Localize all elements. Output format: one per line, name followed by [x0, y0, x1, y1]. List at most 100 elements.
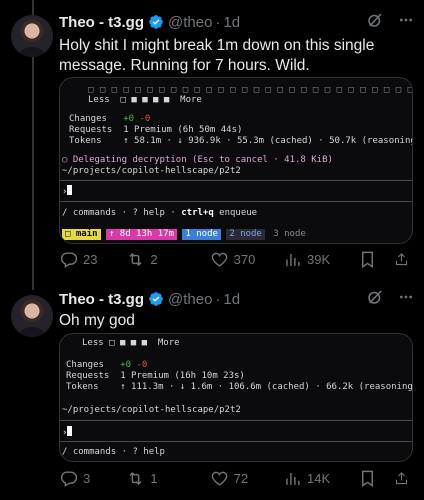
cwd-path: ~/projects/copilot-hellscape/p2t2 [62, 166, 241, 176]
changes-row: Changes +0 -0 [66, 360, 147, 371]
requests-label: Requests [69, 125, 113, 135]
terminal-screenshot[interactable]: Less □ ■ ■ ■ More Changes +0 -0 Requests… [59, 333, 413, 462]
views-button[interactable]: 39K [283, 250, 358, 269]
tweet-actions: 3 1 72 14K [59, 467, 414, 489]
like-count: 370 [233, 251, 256, 267]
tokens-value: ↑ 58.1m · ↓ 936.9k · 55.3m (cached) · 50… [123, 136, 413, 146]
branch-badge: □ main [62, 229, 101, 240]
tweet-time[interactable]: 1d [223, 14, 240, 31]
cwd-path: ~/projects/copilot-hellscape/p2t2 [62, 405, 241, 415]
reply-count: 3 [83, 470, 91, 486]
separator-dot: · [215, 290, 221, 308]
separator-dot: · [215, 13, 221, 31]
footer-help: ? help [132, 208, 165, 218]
changes-label: Changes [66, 360, 104, 370]
requests-row: Requests 1 Premium (16h 10m 23s) [66, 371, 245, 382]
cursor [67, 185, 73, 195]
grok-icon[interactable] [366, 288, 398, 310]
tweet-time[interactable]: 1d [223, 291, 240, 308]
reply-icon [60, 470, 78, 487]
tweet[interactable]: Theo - t3.gg @theo · 1d Oh my god Less □… [0, 285, 424, 500]
reply-icon [60, 251, 78, 268]
requests-value: 1 Premium (16h 10m 23s) [120, 371, 245, 381]
share-button[interactable] [394, 250, 414, 269]
tweet-header: Theo - t3.gg @theo · 1d [59, 288, 414, 310]
share-icon [395, 471, 408, 484]
avatar[interactable] [11, 15, 53, 57]
node-badge-3: 3 node [273, 229, 306, 239]
reply-button[interactable]: 23 [59, 250, 126, 269]
changes-plus: +0 [120, 360, 132, 370]
retweet-count: 2 [150, 251, 158, 267]
requests-row: Requests 1 Premium (6h 50m 44s) [69, 125, 242, 136]
like-icon [211, 252, 227, 267]
requests-label: Requests [66, 371, 110, 381]
changes-plus: +0 [123, 114, 135, 124]
like-button[interactable]: 72 [210, 469, 283, 488]
node-badge-1: 1 node [182, 229, 221, 240]
retweet-button[interactable]: 1 [126, 469, 209, 488]
terminal-screenshot[interactable]: □ □ □ □ □ □ □ □ □ □ □ □ □ □ □ □ □ □ □ □ … [59, 77, 413, 244]
prompt-line[interactable]: › [62, 185, 73, 198]
views-icon [286, 472, 300, 485]
retweet-icon [129, 471, 142, 485]
tweet[interactable]: Theo - t3.gg @theo · 1d Holy shit I migh… [0, 0, 424, 282]
avatar[interactable] [11, 295, 53, 337]
bookmark-icon [362, 470, 374, 487]
footer-hints: / commands · ? help [62, 447, 165, 457]
share-icon [395, 252, 408, 265]
footer-commands: / commands [62, 447, 117, 457]
prompt-line[interactable]: › [62, 426, 73, 439]
footer-key: ctrl+q [181, 208, 214, 218]
changes-minus: -0 [136, 360, 148, 370]
tokens-row: Tokens ↑ 58.1m · ↓ 936.9k · 55.3m (cache… [69, 136, 413, 147]
author-name[interactable]: Theo - t3.gg [59, 291, 144, 308]
grok-icon[interactable] [366, 11, 398, 33]
views-icon [286, 253, 300, 266]
requests-value: 1 Premium (6h 50m 44s) [123, 125, 243, 135]
more-label: More [180, 95, 202, 105]
retweet-icon [129, 252, 142, 266]
like-count: 72 [233, 470, 249, 486]
status-bar: □ main ↑ 8d 13h 17m 1 node 2 node 3 node [62, 229, 309, 240]
tokens-label: Tokens [69, 136, 102, 146]
footer-enqueue: enqueue [219, 208, 258, 218]
meter-blocks: □ ■ ■ ■ ■ [120, 95, 170, 105]
tokens-value: ↑ 111.3m · ↓ 1.6m · 106.6m (cached) · 66… [120, 382, 413, 392]
meter-blocks: □ ■ ■ ■ [109, 338, 148, 348]
divider [60, 180, 412, 181]
like-button[interactable]: 370 [210, 250, 283, 269]
bookmark-icon [362, 251, 374, 268]
divider [60, 420, 412, 421]
uptime-badge: ↑ 8d 13h 17m [105, 229, 177, 240]
like-icon [211, 471, 227, 486]
author-handle[interactable]: @theo [168, 291, 212, 308]
bookmark-button[interactable] [358, 469, 394, 488]
status-line: ○ Delegating decryption (Esc to cancel ·… [62, 155, 333, 165]
tokens-row: Tokens ↑ 111.3m · ↓ 1.6m · 106.6m (cache… [66, 382, 413, 393]
bookmark-button[interactable] [358, 250, 394, 269]
view-count: 39K [306, 251, 331, 267]
more-icon[interactable] [398, 289, 414, 309]
changes-row: Changes +0 -0 [69, 114, 150, 125]
reply-count: 23 [83, 251, 98, 267]
divider [60, 201, 412, 202]
footer-commands: / commands [62, 208, 117, 218]
views-button[interactable]: 14K [283, 469, 358, 488]
retweet-count: 1 [150, 470, 158, 486]
view-count: 14K [306, 470, 331, 486]
verified-badge-icon [148, 291, 164, 307]
author-handle[interactable]: @theo [168, 14, 212, 31]
reply-button[interactable]: 3 [59, 469, 126, 488]
tweet-actions: 23 2 370 39K [59, 248, 414, 270]
cursor [67, 426, 73, 436]
author-name[interactable]: Theo - t3.gg [59, 14, 144, 31]
retweet-button[interactable]: 2 [126, 250, 209, 269]
verbosity-meter: Less □ ■ ■ ■ More [82, 338, 180, 349]
share-button[interactable] [394, 469, 414, 488]
changes-label: Changes [69, 114, 107, 124]
verified-badge-icon [148, 14, 164, 30]
tokens-label: Tokens [66, 382, 99, 392]
tweet-text: Holy shit I might break 1m down on this … [59, 37, 375, 74]
more-icon[interactable] [398, 12, 414, 32]
